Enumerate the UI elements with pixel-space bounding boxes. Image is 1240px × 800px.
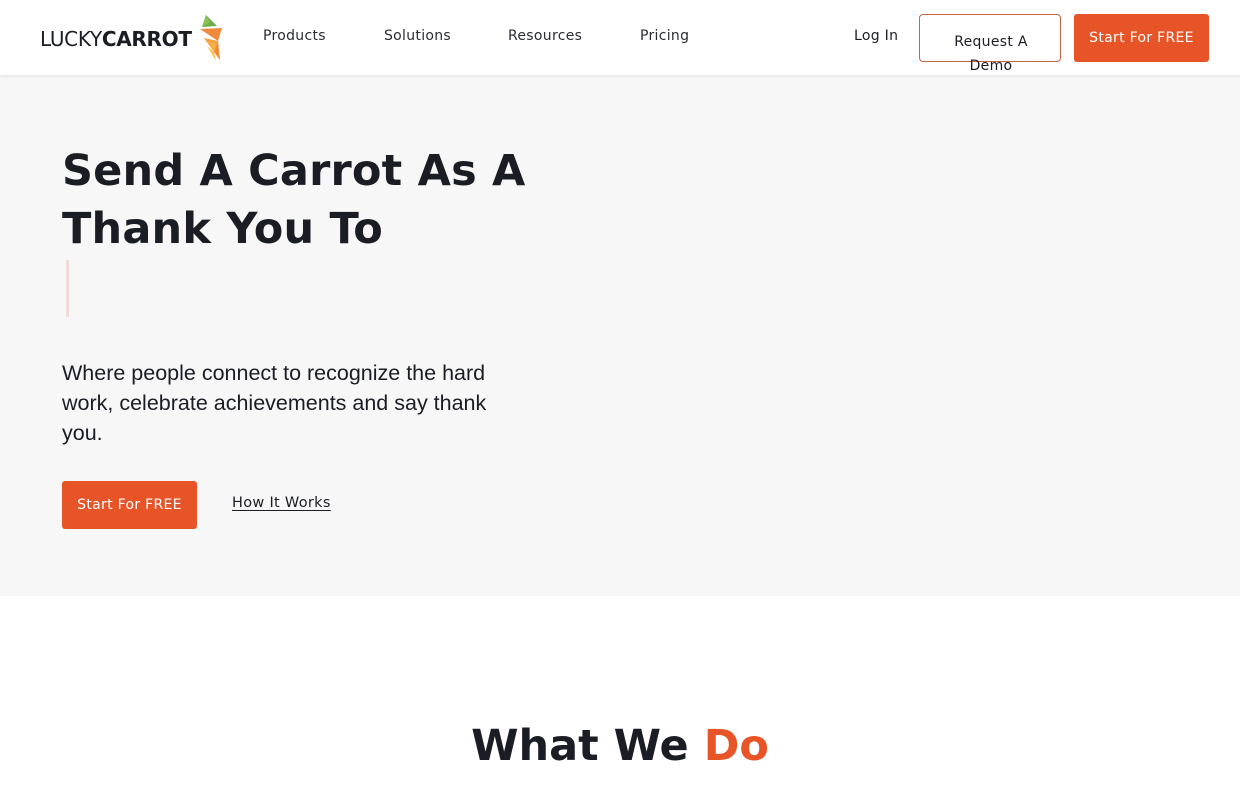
request-demo-label: Request A Demo bbox=[954, 34, 1028, 74]
how-it-works-link[interactable]: How It Works bbox=[232, 495, 331, 511]
hero-section: Send A Carrot As A Thank You To Where pe… bbox=[0, 76, 1240, 596]
nav-item-pricing[interactable]: Pricing bbox=[640, 28, 689, 44]
logo-wordmark: LUCKYCARROT bbox=[40, 29, 192, 49]
carrot-icon bbox=[199, 15, 222, 61]
nav-item-products[interactable]: Products bbox=[263, 28, 326, 44]
hero-subtitle: Where people connect to recognize the ha… bbox=[62, 361, 487, 445]
section-title-accent: Do bbox=[703, 721, 769, 771]
logo-text-carrot: CARROT bbox=[101, 27, 192, 51]
logo[interactable]: LUCKYCARROT bbox=[40, 14, 224, 62]
login-link[interactable]: Log In bbox=[854, 28, 898, 44]
what-we-do-title: What We Do bbox=[0, 716, 1240, 776]
section-title-main: What We bbox=[471, 721, 704, 771]
hero-title: Send A Carrot As A Thank You To bbox=[62, 146, 526, 254]
request-demo-button[interactable]: Request A Demo bbox=[919, 14, 1061, 74]
nav-item-resources[interactable]: Resources bbox=[508, 28, 582, 44]
typed-text-cursor bbox=[66, 260, 69, 317]
nav-item-solutions[interactable]: Solutions bbox=[384, 28, 451, 44]
hero-start-free-button[interactable]: Start For FREE bbox=[62, 481, 197, 529]
header-start-free-button[interactable]: Start For FREE bbox=[1074, 14, 1209, 62]
site-header: LUCKYCARROT Products Solutions Resources… bbox=[0, 0, 1240, 76]
logo-text-lucky: LUCKY bbox=[40, 27, 102, 51]
